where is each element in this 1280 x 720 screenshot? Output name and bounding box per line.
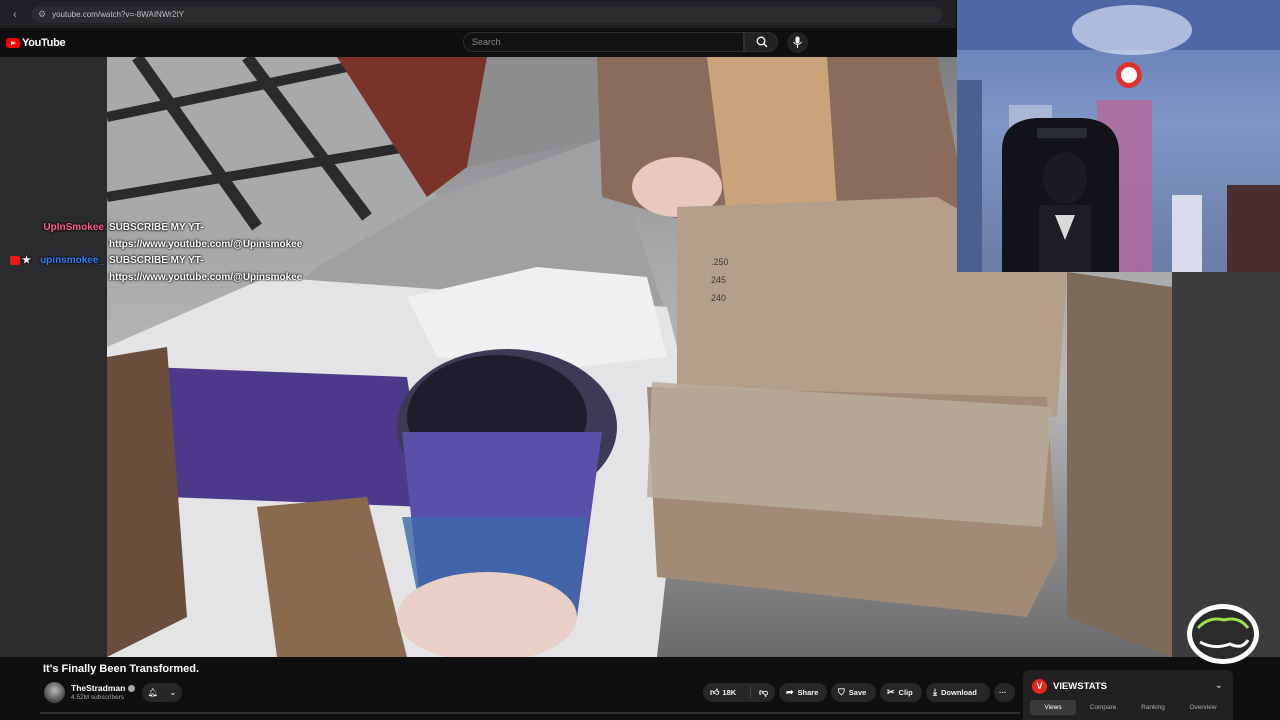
voice-search-button[interactable] [787, 32, 808, 53]
upinsmokee-logo [1187, 604, 1259, 664]
scissors-icon: ✂ [887, 687, 895, 697]
search-placeholder: Search [472, 37, 501, 47]
save-label: Save [848, 688, 867, 697]
viewstats-logo-icon: V [1032, 679, 1047, 694]
youtube-header: YouTube Search [0, 28, 956, 57]
box-marking-list: .250 245 240 [711, 253, 729, 307]
youtube-logo[interactable]: YouTube [6, 37, 66, 49]
more-actions-button[interactable]: ··· [994, 683, 1015, 702]
chat-message-text: SUBSCRIBE MY YT- https://www.youtube.com… [109, 255, 303, 283]
chat-username: UpInSmokee [43, 222, 104, 233]
dislike-button[interactable]: 👎︎ [751, 687, 771, 698]
like-count: 18K [722, 688, 737, 697]
chat-username: upinsmokee_ [40, 255, 104, 266]
viewstats-title: VIEWSTATS [1053, 681, 1108, 692]
search-input[interactable]: Search [463, 32, 744, 52]
broadcaster-badge-icon [10, 256, 20, 265]
youtube-logo-text: YouTube [22, 37, 66, 49]
tab-ranking[interactable]: Ranking [1130, 700, 1176, 715]
notification-bell-button[interactable]: 🔔︎ ⌄ [142, 683, 182, 702]
browser-toolbar: ‹ ↻ ⚙ youtube.com/watch?v=-8WAINWr2tY [0, 0, 956, 28]
chat-message: ★ upinsmokee_ [0, 253, 104, 269]
viewstats-tabs: Views Compare Ranking Overview [1030, 700, 1226, 716]
box-marking: .250 [711, 257, 729, 267]
microphone-icon [793, 36, 802, 48]
viewstats-panel: V VIEWSTATS ⌄ Views Compare Ranking Over… [1023, 670, 1233, 720]
site-info-icon[interactable]: ⚙ [38, 9, 46, 20]
url-text: youtube.com/watch?v=-8WAINWr2tY [52, 10, 184, 19]
back-icon[interactable]: ‹ [8, 7, 22, 21]
channel-avatar[interactable] [44, 682, 65, 703]
tab-overview[interactable]: Overview [1180, 700, 1226, 715]
chat-message-text: SUBSCRIBE MY YT- https://www.youtube.com… [109, 222, 303, 250]
tab-views[interactable]: Views [1030, 700, 1076, 715]
subscriber-count: 4.52M subscribers [71, 694, 125, 701]
address-bar[interactable]: ⚙ youtube.com/watch?v=-8WAINWr2tY [32, 6, 942, 23]
more-horizontal-icon: ··· [999, 688, 1007, 697]
save-button[interactable]: ⛉ Save [831, 683, 876, 702]
left-background-strip [0, 57, 107, 657]
verified-icon [128, 685, 136, 693]
webcam-image [957, 0, 1280, 272]
thumbs-down-icon: 👎︎ [759, 687, 769, 697]
chat-message: UpInSmokee [0, 220, 104, 236]
streamer-webcam [957, 0, 1280, 272]
chevron-down-icon: ⌄ [169, 688, 177, 697]
share-button[interactable]: ➦ Share [779, 683, 827, 702]
thumbs-up-icon: 👍︎ [710, 687, 720, 697]
share-label: Share [797, 688, 819, 697]
download-label: Download [940, 688, 977, 697]
like-button[interactable]: 👍︎ 18K [703, 686, 751, 699]
clip-label: Clip [898, 688, 913, 697]
channel-name[interactable]: TheStradman [71, 683, 136, 693]
share-icon: ➦ [786, 687, 794, 697]
divider [40, 712, 1020, 714]
bookmark-icon: ⛉ [838, 687, 845, 697]
clip-button[interactable]: ✂ Clip [880, 683, 922, 702]
box-marking: 245 [711, 275, 727, 285]
download-button[interactable]: ⤓ Download [926, 683, 990, 702]
bell-icon: 🔔︎ [147, 688, 158, 697]
channel-name-text: TheStradman [71, 683, 126, 693]
prime-star-icon: ★ [22, 255, 31, 266]
download-icon: ⤓ [933, 687, 937, 697]
search-icon [756, 36, 768, 48]
chevron-down-icon[interactable]: ⌄ [1215, 680, 1223, 691]
youtube-play-icon [6, 38, 20, 48]
tab-compare[interactable]: Compare [1080, 700, 1126, 715]
search-button[interactable] [744, 32, 778, 52]
like-dislike-group: 👍︎ 18K 👎︎ [703, 683, 775, 702]
video-title: It's Finally Been Transformed. [43, 663, 200, 675]
box-marking: 240 [711, 293, 727, 303]
